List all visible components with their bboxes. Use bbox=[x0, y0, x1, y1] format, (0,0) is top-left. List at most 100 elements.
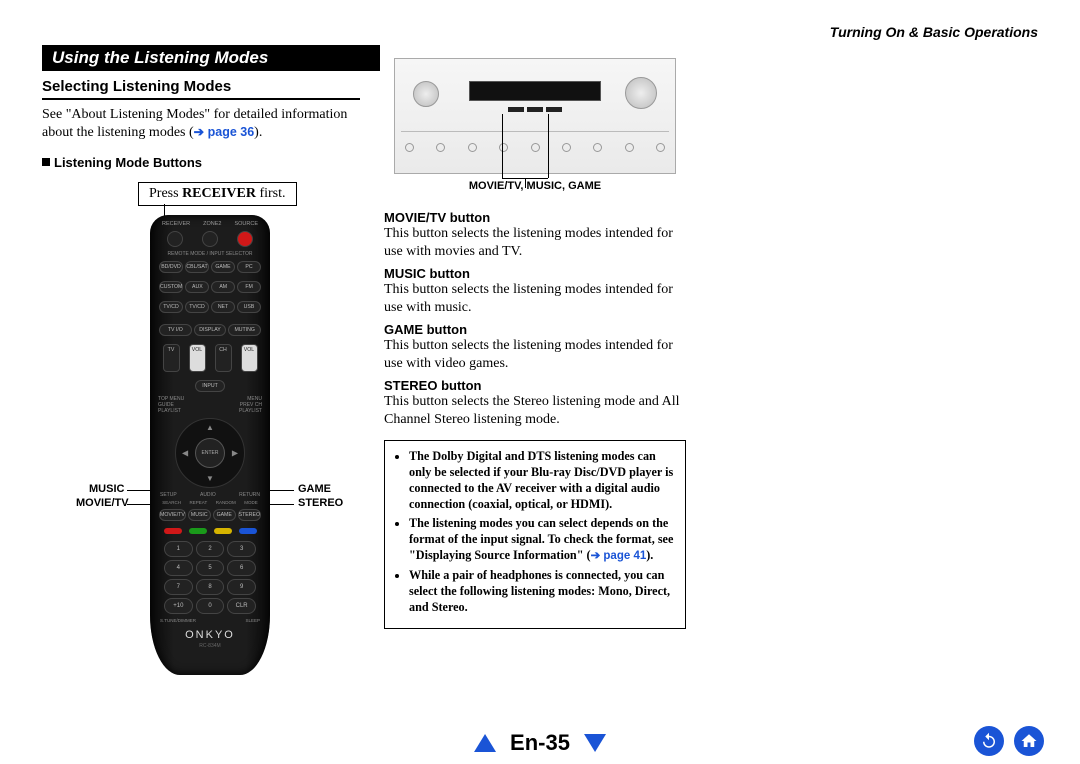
n10: +10 bbox=[164, 598, 193, 614]
listening-mode-buttons-heading: Listening Mode Buttons bbox=[42, 155, 360, 170]
r0c3: PC bbox=[237, 261, 261, 273]
n5: 5 bbox=[196, 560, 225, 576]
receiver-divider bbox=[401, 131, 669, 132]
rt-zone2: ZONE2 bbox=[203, 221, 221, 227]
color-yellow bbox=[214, 528, 232, 534]
receiver-ports bbox=[405, 143, 665, 152]
stereo-text: This button selects the Stereo listening… bbox=[384, 393, 686, 428]
back-icon[interactable] bbox=[974, 726, 1004, 756]
receiver-front-panel bbox=[394, 58, 676, 174]
numpad: 123 456 789 +100CLR bbox=[150, 537, 270, 618]
rline2 bbox=[548, 114, 549, 178]
intro-text: See "About Listening Modes" for detailed… bbox=[42, 106, 360, 141]
n0: 0 bbox=[196, 598, 225, 614]
color-red bbox=[164, 528, 182, 534]
lmb-label: Listening Mode Buttons bbox=[54, 155, 202, 170]
ch-rocker: CH bbox=[215, 344, 232, 372]
arrow-right-icon: ▶ bbox=[232, 449, 238, 458]
press-receiver-box: Press RECEIVER first. bbox=[138, 182, 297, 206]
sl-pl-l: PLAYLIST bbox=[158, 408, 181, 414]
chapter-title: Turning On & Basic Operations bbox=[830, 24, 1038, 40]
mode-stereo: STEREO bbox=[238, 509, 261, 521]
ml2: RANDOM bbox=[216, 500, 236, 505]
vol-rocker-l: VOL bbox=[189, 344, 206, 372]
prev-page-icon[interactable] bbox=[474, 734, 496, 752]
section-title-bar: Using the Listening Modes bbox=[42, 45, 380, 71]
vol-rocker-r: VOL bbox=[241, 344, 258, 372]
ml0: SEARCH bbox=[162, 500, 181, 505]
rline1 bbox=[502, 114, 503, 178]
note2b: ). bbox=[646, 548, 653, 562]
n9: 9 bbox=[227, 579, 256, 595]
knob-right bbox=[625, 77, 657, 109]
game-heading: GAME button bbox=[384, 322, 686, 337]
rt-source: SOURCE bbox=[234, 221, 258, 227]
press-bold: RECEIVER bbox=[182, 186, 256, 201]
movie-tv-text: This button selects the listening modes … bbox=[384, 225, 686, 260]
mode-music: MUSIC bbox=[188, 509, 211, 521]
dpad: ▲ ▼ ◀ ▶ ENTER bbox=[175, 418, 245, 488]
br-l: S.TUNE/DIMMER bbox=[160, 618, 196, 623]
ml3: MODE bbox=[244, 500, 258, 505]
r2c3: USB bbox=[237, 301, 261, 313]
press-suffix: first. bbox=[256, 186, 286, 201]
square-bullet-icon bbox=[42, 158, 50, 166]
enter-btn: ENTER bbox=[195, 438, 225, 468]
page-number: En-35 bbox=[510, 730, 570, 756]
n6: 6 bbox=[227, 560, 256, 576]
callout-movie-tv: MOVIE/TV bbox=[76, 497, 129, 509]
page-link-36[interactable]: ➔ page 36 bbox=[194, 125, 255, 139]
input-btn: INPUT bbox=[195, 380, 225, 392]
r0c1: CBL/SAT bbox=[185, 261, 209, 273]
page-footer: En-35 bbox=[474, 730, 606, 756]
bd-setup: SETUP bbox=[160, 492, 177, 498]
arrow-up-icon: ▲ bbox=[206, 423, 214, 432]
note-1: The Dolby Digital and DTS listening mode… bbox=[409, 449, 675, 512]
n7: 7 bbox=[164, 579, 193, 595]
receiver-mode-buttons bbox=[508, 107, 562, 112]
mode-movietv: MOVIE/TV bbox=[159, 509, 186, 521]
callout-music: MUSIC bbox=[89, 483, 124, 495]
intro-text-2: ). bbox=[254, 125, 262, 140]
remote-model: RC-834M bbox=[150, 641, 270, 649]
right-column: MOVIE/TV, MUSIC, GAME MOVIE/TV button Th… bbox=[384, 58, 686, 629]
nclr: CLR bbox=[227, 598, 256, 614]
mid0: TV I/O bbox=[159, 324, 192, 336]
press-prefix: Press bbox=[149, 186, 182, 201]
selecting-subheading: Selecting Listening Modes bbox=[42, 78, 360, 100]
bd-return: RETURN bbox=[239, 492, 260, 498]
page-link-41[interactable]: ➔ page 41 bbox=[591, 550, 647, 562]
game-text: This button selects the listening modes … bbox=[384, 337, 686, 372]
n3: 3 bbox=[227, 541, 256, 557]
btn-receiver bbox=[167, 231, 183, 247]
remote-diagram: Press RECEIVER first. MUSIC MOVIE/TV GAM… bbox=[42, 180, 360, 680]
r2c2: NET bbox=[211, 301, 235, 313]
footer-icons bbox=[974, 726, 1044, 756]
br-r: SLEEP bbox=[245, 618, 260, 623]
remote-body: RECEIVER ZONE2 SOURCE REMOTE MODE / INPU… bbox=[150, 215, 270, 675]
left-column: Selecting Listening Modes See "About Lis… bbox=[42, 78, 360, 680]
r2c0: TV/CD bbox=[159, 301, 183, 313]
next-page-icon[interactable] bbox=[584, 734, 606, 752]
note-3: While a pair of headphones is connected,… bbox=[409, 568, 675, 616]
mode-game: GAME bbox=[213, 509, 236, 521]
r1c0: CUSTOM bbox=[159, 281, 183, 293]
r0c2: GAME bbox=[211, 261, 235, 273]
arrow-down-icon: ▼ bbox=[206, 474, 214, 483]
rline3 bbox=[525, 178, 526, 188]
arrow-left-icon: ◀ bbox=[182, 449, 188, 458]
note-2: The listening modes you can select depen… bbox=[409, 516, 675, 564]
receiver-callout: MOVIE/TV, MUSIC, GAME bbox=[384, 180, 686, 192]
selector-label: REMOTE MODE / INPUT SELECTOR bbox=[150, 251, 270, 257]
n8: 8 bbox=[196, 579, 225, 595]
n2: 2 bbox=[196, 541, 225, 557]
callout-game: GAME bbox=[298, 483, 331, 495]
bd-audio: AUDIO bbox=[200, 492, 216, 498]
home-icon[interactable] bbox=[1014, 726, 1044, 756]
receiver-display bbox=[469, 81, 601, 101]
r1c1: AUX bbox=[185, 281, 209, 293]
btn-zone2 bbox=[202, 231, 218, 247]
r1c3: FM bbox=[237, 281, 261, 293]
r2c1: TV/CD bbox=[185, 301, 209, 313]
color-green bbox=[189, 528, 207, 534]
